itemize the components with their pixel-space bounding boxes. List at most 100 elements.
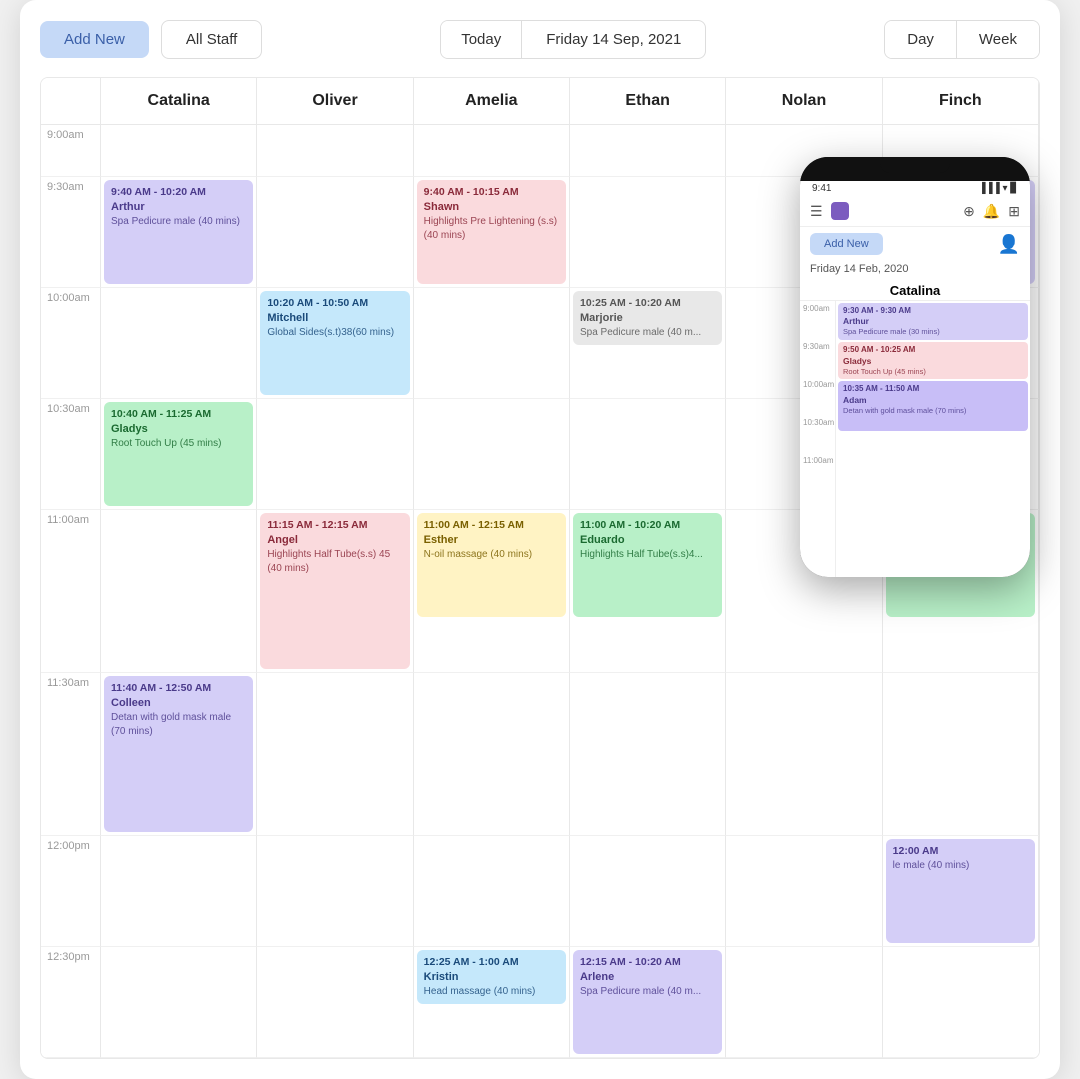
cal-ethan-1130[interactable]	[570, 673, 726, 836]
phone-app-icon	[831, 202, 849, 220]
cal-oliver-1000[interactable]: 10:20 AM - 10:50 AM Mitchell Global Side…	[257, 288, 413, 399]
cal-finch-1130[interactable]	[883, 673, 1039, 836]
toolbar-center: Today Friday 14 Sep, 2021	[274, 20, 872, 59]
cal-amelia-900[interactable]	[414, 125, 570, 177]
time-slot-1000: 10:00am	[41, 288, 101, 399]
phone-schedule: 9:00am 9:30am 10:00am 10:30am 11:00am 9:…	[800, 301, 1030, 577]
calendar-wrapper: Catalina Oliver Amelia Ethan Nolan Finch…	[40, 77, 1040, 1059]
cal-finch-1200[interactable]: 12:00 AM le male (40 mins)	[883, 836, 1039, 947]
cal-amelia-930[interactable]: 9:40 AM - 10:15 AM Shawn Highlights Pre …	[414, 177, 570, 288]
cal-catalina-1200[interactable]	[101, 836, 257, 947]
phone-time: 9:41	[812, 183, 831, 194]
staff-header-nolan: Nolan	[726, 78, 882, 125]
cal-ethan-1000[interactable]: 10:25 AM - 10:20 AM Marjorie Spa Pedicur…	[570, 288, 726, 399]
phone-grid-icon[interactable]: ⊞	[1008, 203, 1020, 220]
phone-notch-bar	[880, 157, 950, 173]
cal-oliver-1030[interactable]	[257, 399, 413, 510]
cal-oliver-1100[interactable]: 11:15 AM - 12:15 AM Angel Highlights Hal…	[257, 510, 413, 673]
phone-time-1000: 10:00am	[800, 377, 835, 415]
staff-header-oliver: Oliver	[257, 78, 413, 125]
cal-oliver-1130[interactable]	[257, 673, 413, 836]
phone-staff-label: Catalina	[800, 279, 1030, 301]
cal-oliver-900[interactable]	[257, 125, 413, 177]
date-nav: Today Friday 14 Sep, 2021	[440, 20, 706, 59]
appt-amelia-kristin[interactable]: 12:25 AM - 1:00 AM Kristin Head massage …	[417, 950, 566, 1004]
phone-signal: ▐▐▐ ▾ ▊	[978, 183, 1018, 194]
cal-nolan-1130[interactable]	[726, 673, 882, 836]
add-new-button[interactable]: Add New	[40, 21, 149, 58]
cal-amelia-1130[interactable]	[414, 673, 570, 836]
view-toggle: Day Week	[884, 20, 1040, 59]
cal-oliver-1200[interactable]	[257, 836, 413, 947]
week-view-button[interactable]: Week	[956, 21, 1039, 58]
cal-catalina-1100[interactable]	[101, 510, 257, 673]
cal-finch-1230[interactable]	[883, 947, 1039, 1058]
phone-status-bar: 9:41 ▐▐▐ ▾ ▊	[800, 181, 1030, 196]
phone-time-1100: 11:00am	[800, 453, 835, 491]
phone-time-900: 9:00am	[800, 301, 835, 339]
phone-bell-icon[interactable]: 🔔	[983, 203, 1000, 220]
cal-catalina-1130[interactable]: 11:40 AM - 12:50 AM Colleen Detan with g…	[101, 673, 257, 836]
staff-header-finch: Finch	[883, 78, 1039, 125]
cal-ethan-1030[interactable]	[570, 399, 726, 510]
cal-catalina-1000[interactable]	[101, 288, 257, 399]
phone-add-row: Add New 👤	[800, 227, 1030, 261]
phone-person-icon[interactable]: 👤	[998, 234, 1020, 255]
cal-ethan-900[interactable]	[570, 125, 726, 177]
phone-topbar: ☰ ⊕ 🔔 ⊞	[800, 196, 1030, 227]
phone-time-column: 9:00am 9:30am 10:00am 10:30am 11:00am	[800, 301, 836, 577]
time-slot-1230: 12:30pm	[41, 947, 101, 1058]
cal-amelia-1100[interactable]: 11:00 AM - 12:15 AM Esther N-oil massage…	[414, 510, 570, 673]
phone-add-new-button[interactable]: Add New	[810, 233, 883, 255]
appt-ethan-eduardo[interactable]: 11:00 AM - 10:20 AM Eduardo Highlights H…	[573, 513, 722, 617]
time-slot-1030: 10:30am	[41, 399, 101, 510]
cal-nolan-1200[interactable]	[726, 836, 882, 947]
staff-header-catalina: Catalina	[101, 78, 257, 125]
appt-catalina-gladys[interactable]: 10:40 AM - 11:25 AM Gladys Root Touch Up…	[104, 402, 253, 506]
cal-oliver-1230[interactable]	[257, 947, 413, 1058]
phone-appt-adam[interactable]: 10:35 AM - 11:50 AM Adam Detan with gold…	[838, 381, 1028, 431]
appt-finch-3[interactable]: 12:00 AM le male (40 mins)	[886, 839, 1035, 943]
appt-catalina-colleen[interactable]: 11:40 AM - 12:50 AM Colleen Detan with g…	[104, 676, 253, 832]
current-date: Friday 14 Sep, 2021	[522, 21, 705, 58]
time-slot-1130: 11:30am	[41, 673, 101, 836]
day-view-button[interactable]: Day	[885, 21, 956, 58]
cal-catalina-900[interactable]	[101, 125, 257, 177]
cal-amelia-1230[interactable]: 12:25 AM - 1:00 AM Kristin Head massage …	[414, 947, 570, 1058]
today-button[interactable]: Today	[441, 21, 522, 58]
cal-ethan-1100[interactable]: 11:00 AM - 10:20 AM Eduardo Highlights H…	[570, 510, 726, 673]
toolbar: Add New All Staff Today Friday 14 Sep, 2…	[40, 20, 1040, 59]
phone-add-icon[interactable]: ⊕	[963, 203, 975, 220]
phone-notch	[800, 157, 1030, 181]
cal-ethan-930[interactable]	[570, 177, 726, 288]
all-staff-button[interactable]: All Staff	[161, 20, 262, 59]
appt-oliver-mitchell[interactable]: 10:20 AM - 10:50 AM Mitchell Global Side…	[260, 291, 409, 395]
staff-header-amelia: Amelia	[414, 78, 570, 125]
time-header-cell	[41, 78, 101, 125]
time-slot-1200: 12:00pm	[41, 836, 101, 947]
cal-catalina-1030[interactable]: 10:40 AM - 11:25 AM Gladys Root Touch Up…	[101, 399, 257, 510]
phone-screen: ☰ ⊕ 🔔 ⊞ Add New 👤 Friday 14 Feb, 2020 Ca…	[800, 196, 1030, 577]
cal-catalina-930[interactable]: 9:40 AM - 10:20 AM Arthur Spa Pedicure m…	[101, 177, 257, 288]
phone-time-1030: 10:30am	[800, 415, 835, 453]
cal-oliver-930[interactable]	[257, 177, 413, 288]
cal-amelia-1200[interactable]	[414, 836, 570, 947]
cal-nolan-1230[interactable]	[726, 947, 882, 1058]
phone-appt-arthur[interactable]: 9:30 AM - 9:30 AM Arthur Spa Pedicure ma…	[838, 303, 1028, 340]
appt-ethan-marjorie[interactable]: 10:25 AM - 10:20 AM Marjorie Spa Pedicur…	[573, 291, 722, 345]
phone-menu-icon[interactable]: ☰	[810, 203, 823, 220]
cal-amelia-1030[interactable]	[414, 399, 570, 510]
phone-date-label: Friday 14 Feb, 2020	[800, 261, 1030, 279]
phone-appointments: 9:30 AM - 9:30 AM Arthur Spa Pedicure ma…	[836, 301, 1030, 577]
cal-catalina-1230[interactable]	[101, 947, 257, 1058]
cal-ethan-1200[interactable]	[570, 836, 726, 947]
appt-amelia-shawn[interactable]: 9:40 AM - 10:15 AM Shawn Highlights Pre …	[417, 180, 566, 284]
phone-appt-gladys[interactable]: 9:50 AM - 10:25 AM Gladys Root Touch Up …	[838, 342, 1028, 379]
phone-time-930: 9:30am	[800, 339, 835, 377]
appt-catalina-arthur[interactable]: 9:40 AM - 10:20 AM Arthur Spa Pedicure m…	[104, 180, 253, 284]
appt-ethan-arlene[interactable]: 12:15 AM - 10:20 AM Arlene Spa Pedicure …	[573, 950, 722, 1054]
appt-oliver-angel[interactable]: 11:15 AM - 12:15 AM Angel Highlights Hal…	[260, 513, 409, 669]
cal-ethan-1230[interactable]: 12:15 AM - 10:20 AM Arlene Spa Pedicure …	[570, 947, 726, 1058]
appt-amelia-esther[interactable]: 11:00 AM - 12:15 AM Esther N-oil massage…	[417, 513, 566, 617]
cal-amelia-1000[interactable]	[414, 288, 570, 399]
